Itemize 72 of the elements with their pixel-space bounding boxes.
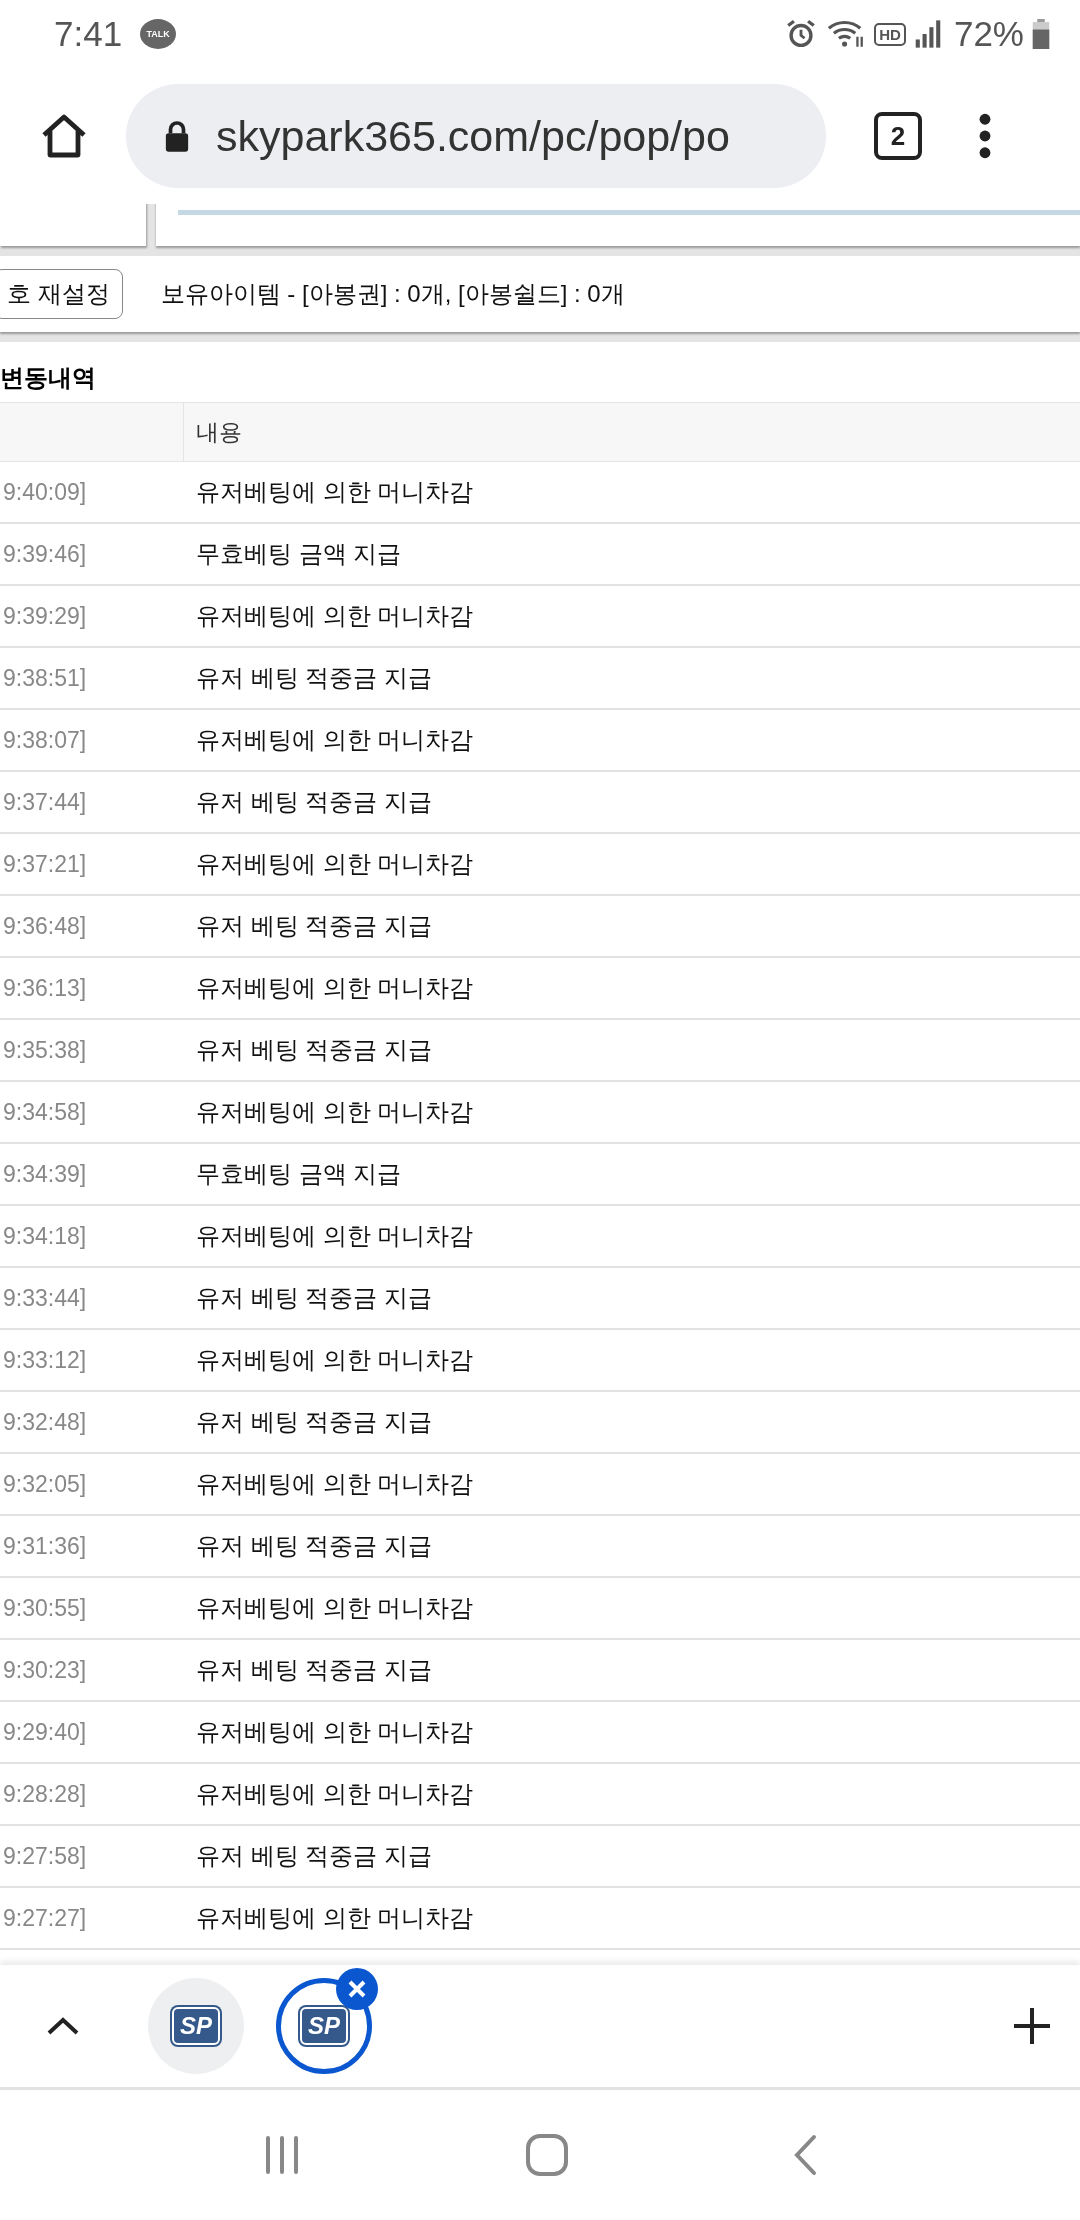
home-icon[interactable] [40,113,88,159]
table-cell-text: 유저베팅에 의한 머니차감 [195,477,474,507]
table-cell-text: 유저베팅에 의한 머니차감 [195,1469,474,1499]
table-cell-text: 유저베팅에 의한 머니차감 [195,1593,474,1623]
site-logo: SP [300,2007,348,2045]
reset-button[interactable]: 호 재설정 [0,269,123,319]
table-cell-text: 9:34:58] [2,1097,88,1127]
section-title: 변동내역 [0,363,97,393]
table-cell-text: 9:28:28] [2,1779,88,1809]
close-tab-icon[interactable] [336,1968,378,2010]
table-cell-text: 유저베팅에 의한 머니차감 [195,1097,474,1127]
table-cell-text: 유저베팅에 의한 머니차감 [195,1717,474,1747]
table-cell-text: 9:34:18] [2,1221,88,1251]
table-cell-text: 유저 베팅 적중금 지급 [195,1531,432,1561]
table-cell-text: 9:37:21] [2,849,88,879]
table-cell-text: 유저베팅에 의한 머니차감 [195,1221,474,1251]
items-info-text: 보유아이템 - [아봉권] : 0개, [아봉쉴드] : 0개 [160,279,625,309]
table-cell-text: 유저 베팅 적중금 지급 [195,1283,432,1313]
table-cell-text: 유저 베팅 적중금 지급 [195,1841,432,1871]
table-cell-text: 9:39:29] [2,601,88,631]
more-menu-icon[interactable] [978,113,992,159]
table-cell-text: 유저베팅에 의한 머니차감 [195,849,474,879]
table-cell-text: 유저베팅에 의한 머니차감 [195,973,474,1003]
table-cell-text: 9:34:39] [2,1159,88,1189]
table-cell-text: 유저 베팅 적중금 지급 [195,1035,432,1065]
signal-icon [913,19,942,49]
table-cell-text: 유저베팅에 의한 머니차감 [195,601,474,631]
table-cell-text: 9:38:51] [2,663,88,693]
table-cell-text: 9:27:58] [2,1841,88,1871]
table-cell-text: 유저 베팅 적중금 지급 [195,1407,432,1437]
table-cell-text: 유저베팅에 의한 머니차감 [195,1345,474,1375]
chevron-up-icon[interactable] [46,2016,80,2036]
table-cell-text: 유저베팅에 의한 머니차감 [195,1903,474,1933]
table-cell-text: 유저베팅에 의한 머니차감 [195,725,474,755]
table-cell-text: 무효베팅 금액 지급 [195,539,402,569]
table-cell-text: 9:29:40] [2,1717,88,1747]
table-cell-text: 유저 베팅 적중금 지급 [195,1655,432,1685]
url-text: skypark365.com/pc/pop/po [216,111,730,161]
table-cell-text: 유저 베팅 적중금 지급 [195,911,432,941]
table-cell-text: 9:38:07] [2,725,88,755]
table-cell-text: 9:39:46] [2,539,88,569]
hd-voice-icon: HD [874,22,906,46]
table-cell-text: 9:36:48] [2,911,88,941]
table-cell-text: 9:35:38] [2,1035,88,1065]
status-time: 7:41 [54,14,123,54]
battery-icon [1032,19,1050,49]
tab-thumbnail[interactable]: SP [148,1978,244,2074]
table-cell-text: 9:30:55] [2,1593,88,1623]
table-cell-text: 9:31:36] [2,1531,88,1561]
table-cell-text: 9:32:05] [2,1469,88,1499]
chat-notification-icon: TALK [140,19,177,49]
table-cell-text: 9:40:09] [2,477,88,507]
home-button-icon[interactable] [525,2133,569,2177]
site-logo: SP [172,2007,220,2045]
table-cell-text: 9:37:44] [2,787,88,817]
table-cell-text: 유저 베팅 적중금 지급 [195,787,432,817]
battery-percentage: 72% [953,14,1024,54]
table-cell-text: 9:33:12] [2,1345,88,1375]
table-cell-text: 유저 베팅 적중금 지급 [195,663,432,693]
column-header: 내용 [195,417,242,447]
table-cell-text: 9:27:27] [2,1903,88,1933]
table-cell-text: 9:36:13] [2,973,88,1003]
back-icon[interactable] [792,2134,819,2176]
table-cell-text: 무효베팅 금액 지급 [195,1159,402,1189]
table-cell-text: 유저베팅에 의한 머니차감 [195,1779,474,1809]
table-cell-text: 9:30:23] [2,1655,88,1685]
new-tab-icon[interactable] [1012,2006,1052,2046]
lock-icon [164,120,190,152]
table-cell-text: 9:32:48] [2,1407,88,1437]
table-cell-text: 9:33:44] [2,1283,88,1313]
tab-count-button[interactable]: 2 [874,112,922,160]
address-bar[interactable]: skypark365.com/pc/pop/po [126,84,826,188]
